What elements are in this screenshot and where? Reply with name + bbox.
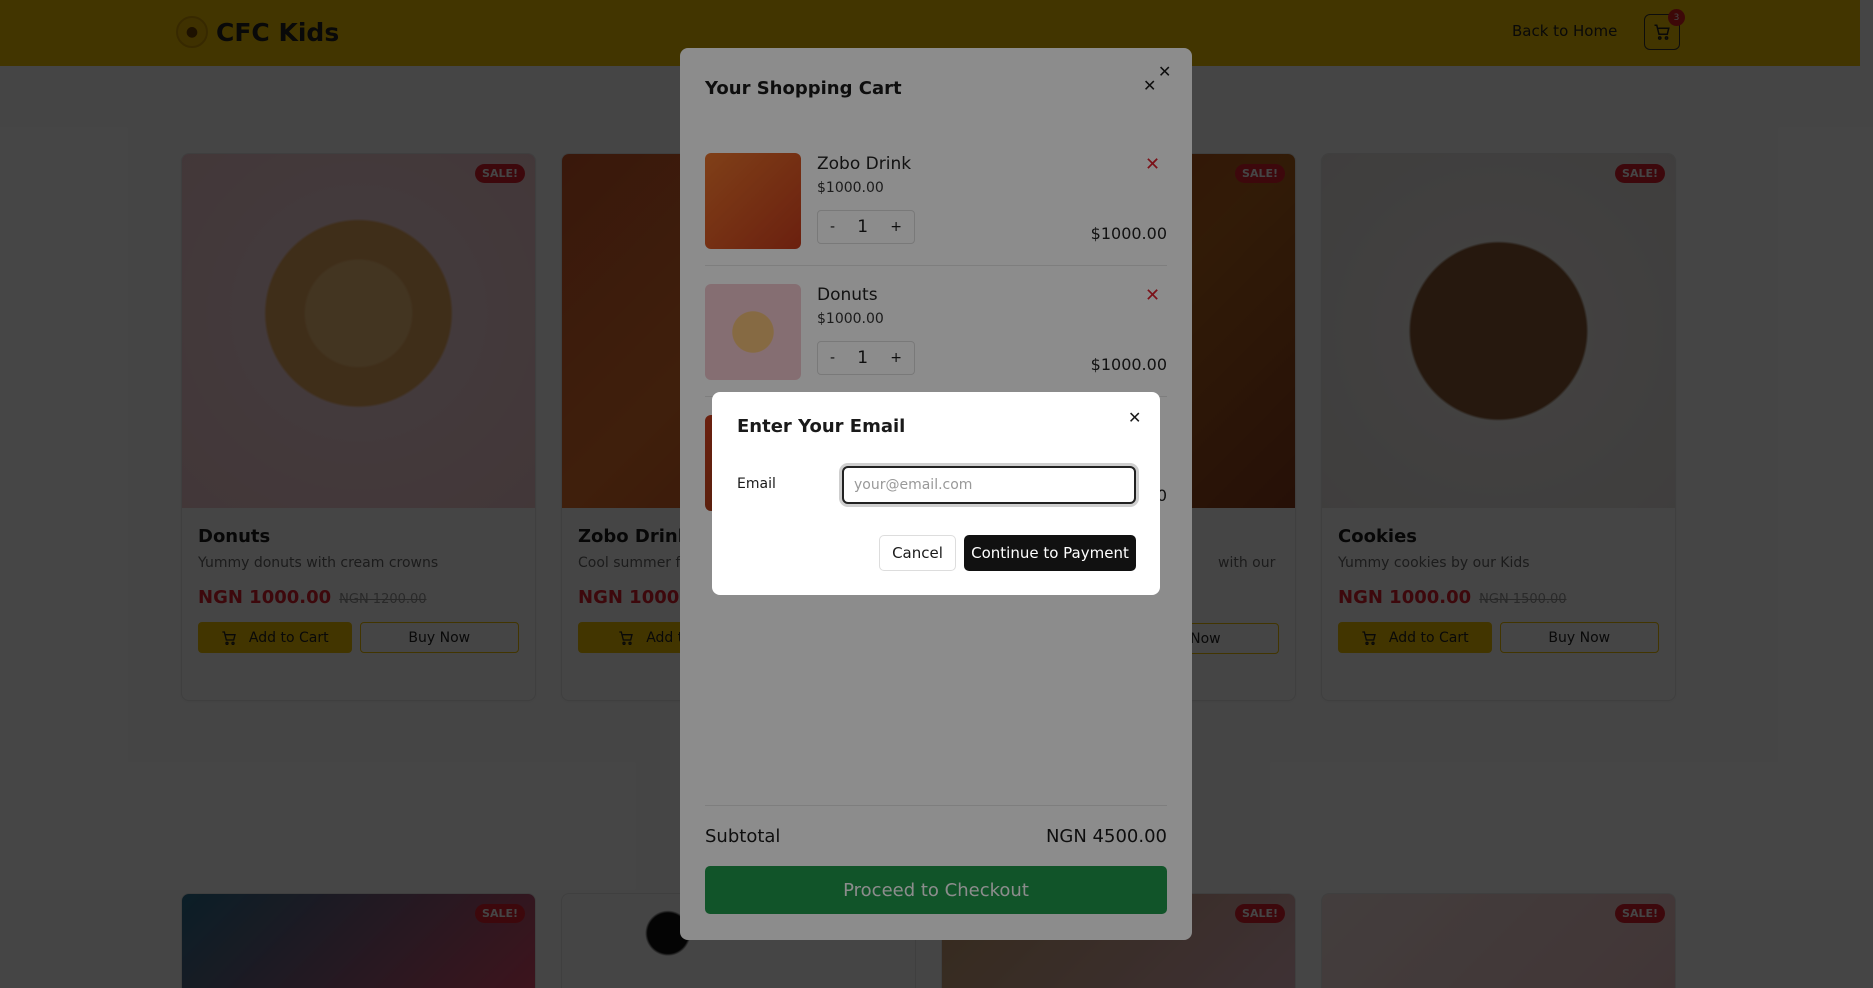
continue-to-payment-button[interactable]: Continue to Payment — [964, 535, 1136, 571]
email-modal-title: Enter Your Email — [737, 416, 906, 437]
email-label: Email — [737, 476, 776, 492]
close-icon[interactable]: ✕ — [1128, 408, 1141, 427]
cancel-button[interactable]: Cancel — [879, 535, 956, 571]
email-field[interactable] — [842, 466, 1136, 504]
email-modal: Enter Your Email ✕ Email Cancel Continue… — [712, 392, 1160, 595]
